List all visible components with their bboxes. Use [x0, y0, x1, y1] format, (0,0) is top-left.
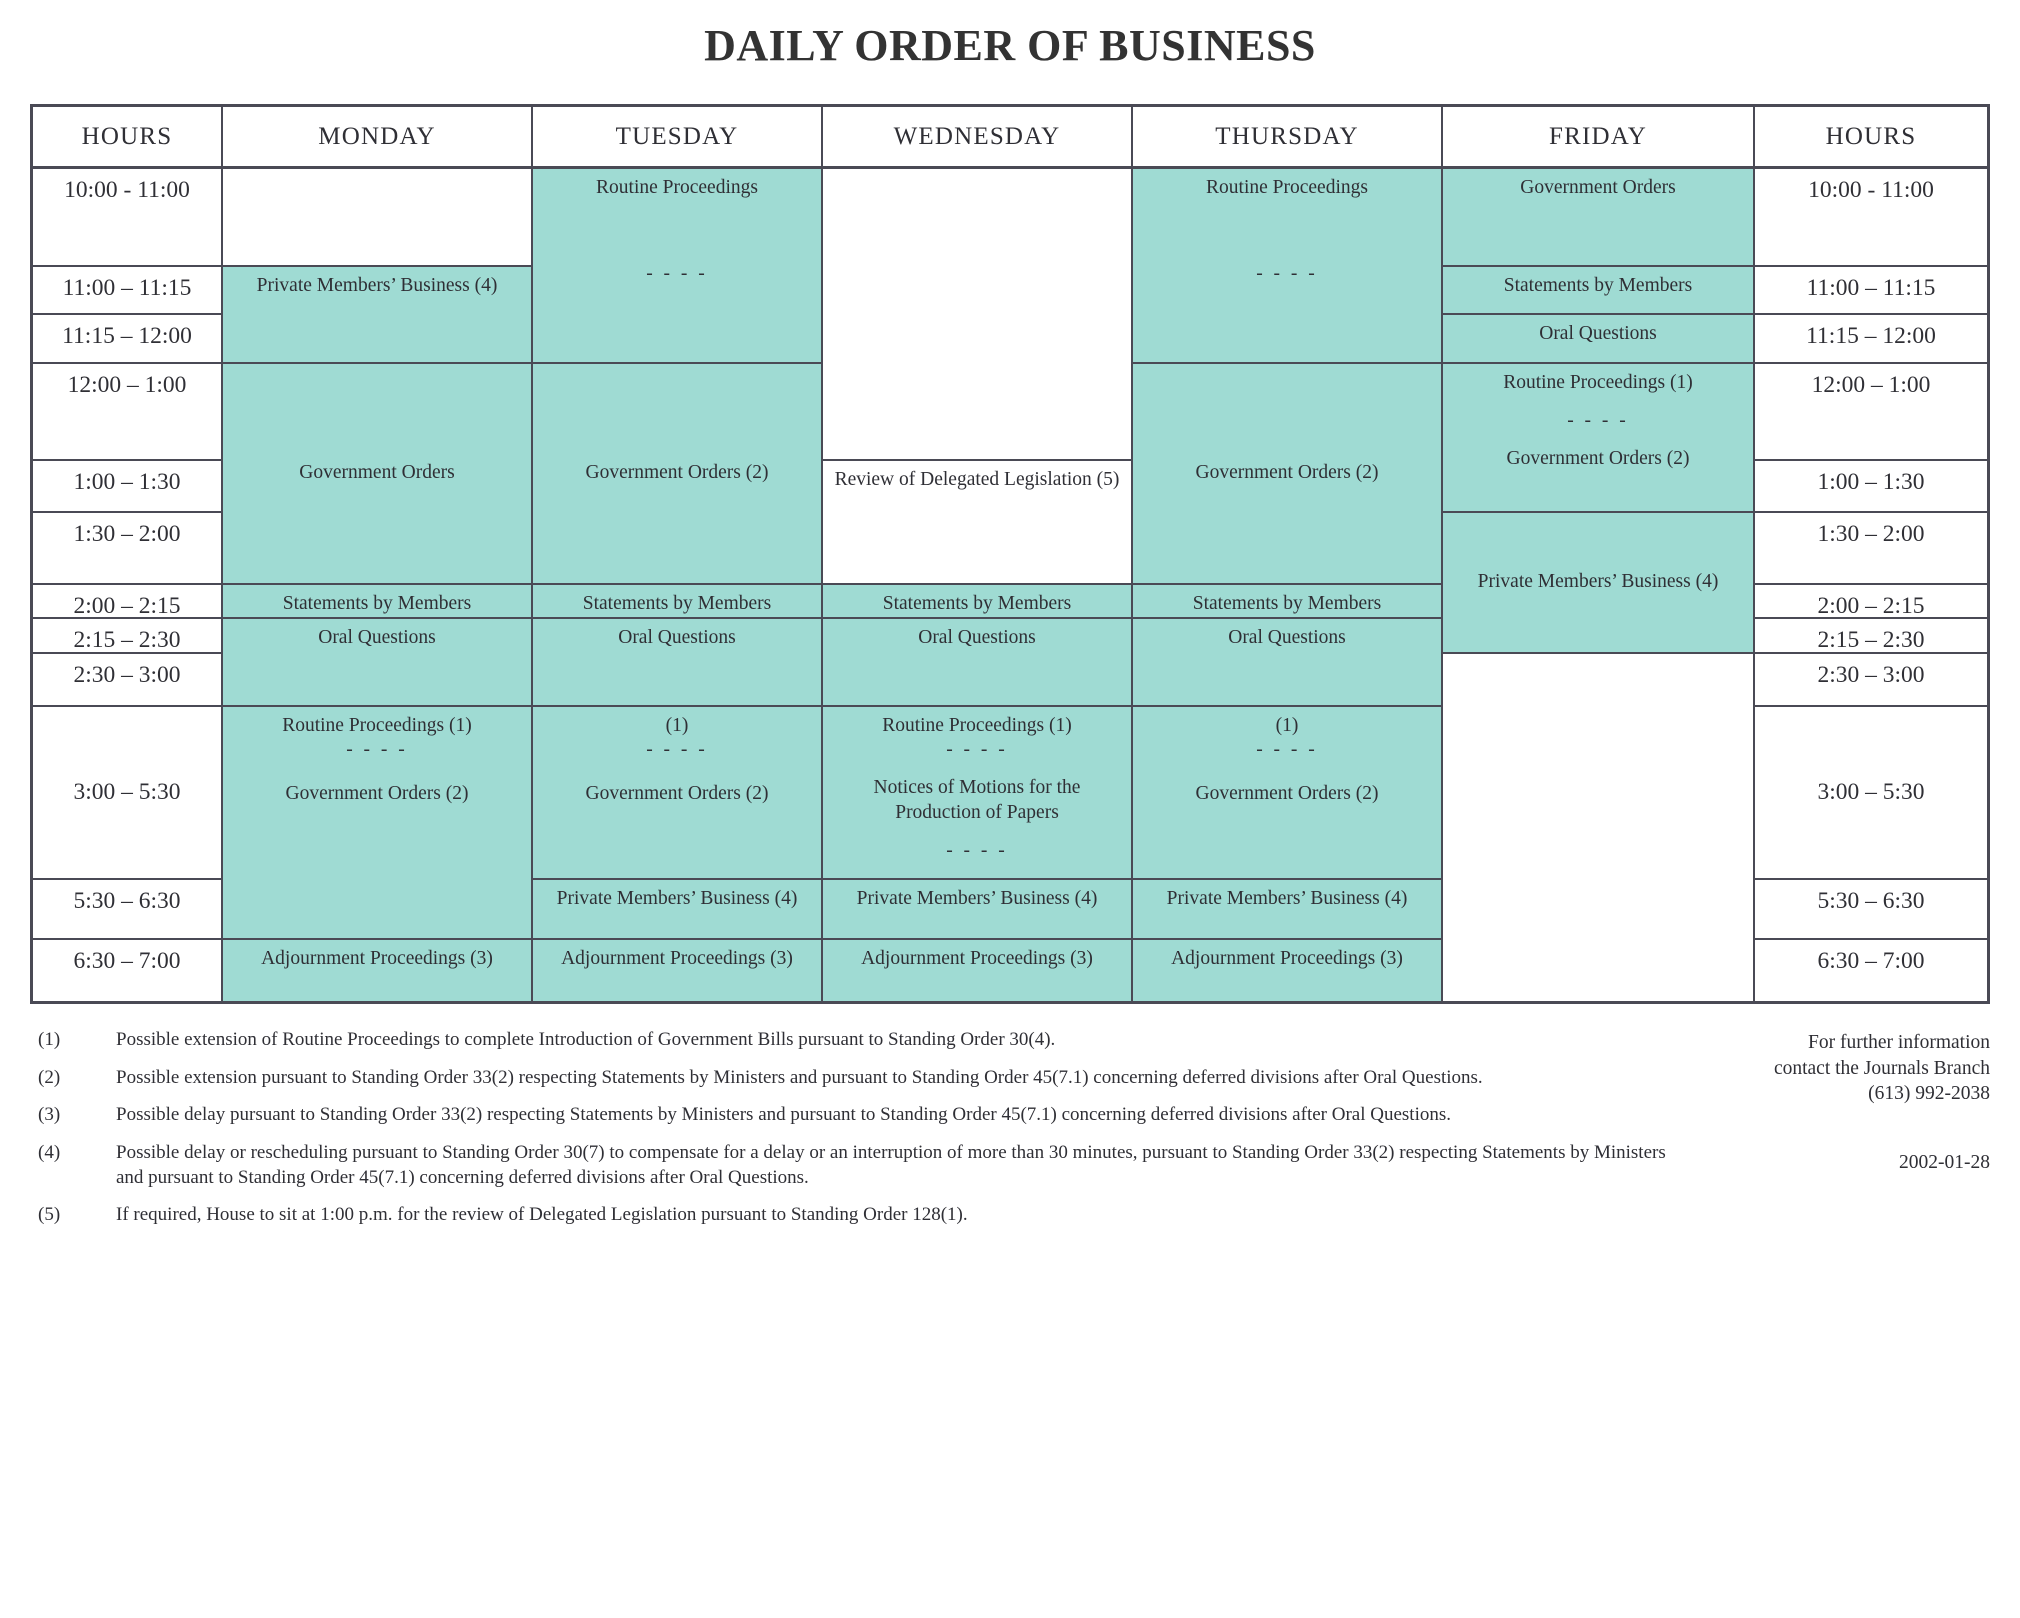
footnote-number-5: (5): [38, 1204, 61, 1226]
monday-adjournment: Adjournment Proceedings (3): [223, 940, 533, 1001]
friday-empty-afternoon: [1443, 654, 1755, 1001]
friday-routine-and-orders: Routine Proceedings (1) - - - - Government…: [1443, 364, 1755, 513]
hours-right-3: 12:00 – 1:00: [1755, 364, 1987, 461]
wednesday-oral-questions: Oral Questions: [823, 619, 1133, 707]
hours-left-2: 11:15 – 12:00: [33, 315, 223, 364]
footnote-text-2: Possible extension pursuant to Standing …: [116, 1066, 1483, 1088]
thursday-afternoon: (1) - - - - Government Orders (2): [1133, 707, 1443, 880]
contact-line-2: contact the Journals Branch: [1773, 1057, 1990, 1079]
wednesday-statements: Statements by Members: [823, 585, 1133, 619]
header-thursday: THURSDAY: [1133, 107, 1443, 169]
friday-statements: Statements by Members: [1443, 267, 1755, 315]
hours-right-5: 1:30 – 2:00: [1755, 513, 1987, 585]
tuesday-oral-questions: Oral Questions: [533, 619, 823, 707]
hours-right-8: 2:30 – 3:00: [1755, 654, 1987, 707]
header-hours-left: HOURS: [33, 107, 223, 169]
footnote-3: (3) Possible delay pursuant to Standing O…: [38, 1103, 1668, 1128]
monday-afternoon: Routine Proceedings (1) - - - - Government…: [223, 707, 533, 940]
hours-right-4: 1:00 – 1:30: [1755, 461, 1987, 513]
wednesday-adjournment: Adjournment Proceedings (3): [823, 940, 1133, 1001]
footnote-2: (2) Possible extension pursuant to Standi…: [38, 1066, 1668, 1091]
tuesday-government-orders: Government Orders (2): [533, 364, 823, 585]
footnote-text-5: If required, House to sit at 1:00 p.m. f…: [116, 1204, 968, 1226]
wednesday-private-members: Private Members’ Business (4): [823, 880, 1133, 940]
footnote-1: (1) Possible extension of Routine Proceed…: [38, 1028, 1668, 1053]
header-wednesday: WEDNESDAY: [823, 107, 1133, 169]
document-date: 2002-01-28: [1899, 1152, 1990, 1173]
hours-left-0: 10:00 - 11:00: [33, 169, 223, 267]
tuesday-routine-proceedings: Routine Proceedings - - - -: [533, 169, 823, 364]
monday-oral-questions: Oral Questions: [223, 619, 533, 707]
hours-left-1: 11:00 – 11:15: [33, 267, 223, 315]
hours-right-0: 10:00 - 11:00: [1755, 169, 1987, 267]
thursday-private-members: Private Members’ Business (4): [1133, 880, 1443, 940]
hours-right-11: 6:30 – 7:00: [1755, 940, 1987, 1001]
tuesday-afternoon: (1) - - - - Government Orders (2): [533, 707, 823, 880]
footnotes-list: (1) Possible extension of Routine Proceed…: [38, 1028, 1668, 1241]
hours-left-8: 2:30 – 3:00: [33, 654, 223, 707]
monday-statements: Statements by Members: [223, 585, 533, 619]
thursday-statements: Statements by Members: [1133, 585, 1443, 619]
footnote-number-4: (4): [38, 1142, 61, 1164]
header-hours-right: HOURS: [1755, 107, 1987, 169]
footnote-number-2: (2): [38, 1066, 61, 1088]
contact-line-1: For further information: [1808, 1032, 1990, 1053]
hours-left-4: 1:00 – 1:30: [33, 461, 223, 513]
hours-right-1: 11:00 – 11:15: [1755, 267, 1987, 315]
friday-oral-questions: Oral Questions: [1443, 315, 1755, 364]
tuesday-adjournment: Adjournment Proceedings (3): [533, 940, 823, 1001]
footnote-text-3: Possible delay pursuant to Standing Orde…: [116, 1104, 1451, 1126]
friday-private-members: Private Members’ Business (4): [1443, 513, 1755, 654]
thursday-adjournment: Adjournment Proceedings (3): [1133, 940, 1443, 1001]
hours-left-7: 2:15 – 2:30: [33, 619, 223, 654]
friday-government-orders: Government Orders: [1443, 169, 1755, 267]
hours-right-2: 11:15 – 12:00: [1755, 315, 1987, 364]
hours-right-9: 3:00 – 5:30: [1755, 707, 1987, 880]
contact-phone: (613) 992-2038: [1868, 1083, 1990, 1105]
tuesday-private-members: Private Members’ Business (4): [533, 880, 823, 940]
contact-info-block: For further information contact the Jour…: [1630, 1030, 1990, 1107]
wednesday-review-delegated-legislation: Review of Delegated Legislation (5): [823, 461, 1133, 585]
thursday-government-orders: Government Orders (2): [1133, 364, 1443, 585]
hours-left-11: 6:30 – 7:00: [33, 940, 223, 1001]
hours-left-6: 2:00 – 2:15: [33, 585, 223, 619]
footnote-5: (5) If required, House to sit at 1:00 p.m…: [38, 1203, 1668, 1228]
monday-government-orders: Government Orders: [223, 364, 533, 585]
monday-private-members: Private Members’ Business (4): [223, 267, 533, 364]
hours-right-7: 2:15 – 2:30: [1755, 619, 1987, 654]
page-title: DAILY ORDER OF BUSINESS: [704, 21, 1316, 70]
hours-left-10: 5:30 – 6:30: [33, 880, 223, 940]
document-page: DAILY ORDER OF BUSINESS HOURS MONDAY TUESD…: [0, 0, 2020, 1618]
hours-right-10: 5:30 – 6:30: [1755, 880, 1987, 940]
header-monday: MONDAY: [223, 107, 533, 169]
footnote-number-1: (1): [38, 1029, 61, 1050]
header-tuesday: TUESDAY: [533, 107, 823, 169]
footnote-number-3: (3): [38, 1104, 61, 1126]
monday-10-11: [223, 169, 533, 267]
hours-right-6: 2:00 – 2:15: [1755, 585, 1987, 619]
tuesday-statements: Statements by Members: [533, 585, 823, 619]
hours-left-9: 3:00 – 5:30: [33, 707, 223, 880]
hours-left-5: 1:30 – 2:00: [33, 513, 223, 585]
wednesday-morning: [823, 169, 1133, 461]
header-friday: FRIDAY: [1443, 107, 1755, 169]
wednesday-afternoon: Routine Proceedings (1) - - - - Notices of…: [823, 707, 1133, 880]
thursday-oral-questions: Oral Questions: [1133, 619, 1443, 707]
schedule-table: HOURS MONDAY TUESDAY WEDNESDAY THURSDAY FRIDA…: [30, 104, 1990, 1004]
footnote-4: (4) Possible delay or rescheduling pursua…: [38, 1141, 1668, 1190]
footnote-text-1: Possible extension of Routine Proceeding…: [116, 1029, 1056, 1050]
hours-left-3: 12:00 – 1:00: [33, 364, 223, 461]
thursday-routine-proceedings: Routine Proceedings - - - -: [1133, 169, 1443, 364]
footnote-text-4: Possible delay or rescheduling pursuant …: [116, 1142, 1666, 1188]
